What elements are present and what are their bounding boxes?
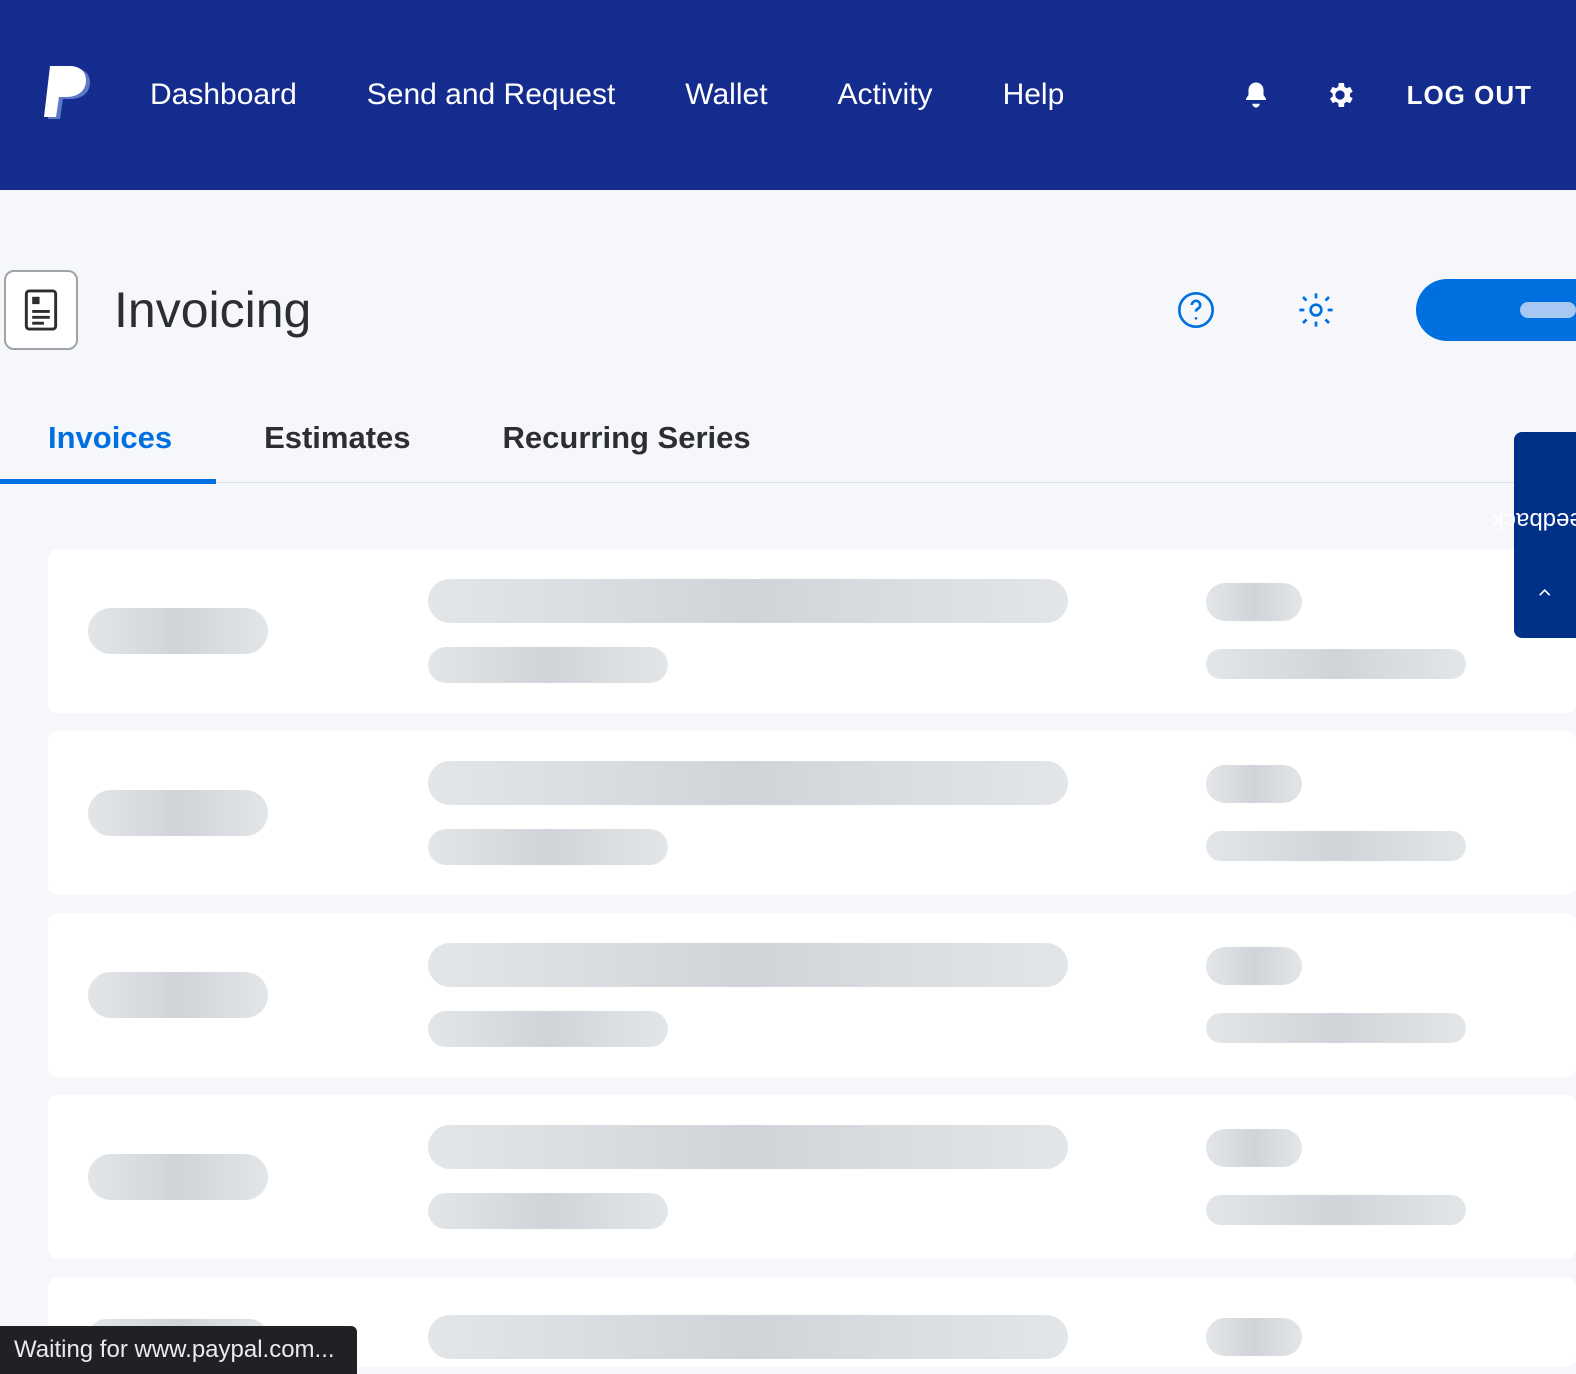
tab-recurring-series[interactable]: Recurring Series [503, 420, 751, 482]
nav-wallet[interactable]: Wallet [685, 78, 767, 112]
loading-placeholder [1520, 302, 1576, 318]
nav-help[interactable]: Help [1003, 78, 1065, 112]
loading-placeholder [428, 829, 668, 865]
loading-placeholder [88, 790, 268, 836]
list-item [48, 549, 1576, 713]
header-actions [1176, 279, 1576, 341]
loading-placeholder [1206, 583, 1302, 621]
loading-placeholder [428, 1011, 668, 1047]
loading-placeholder [1206, 765, 1302, 803]
create-invoice-button[interactable] [1416, 279, 1576, 341]
loading-placeholder [1206, 1318, 1302, 1356]
browser-status-bar: Waiting for www.paypal.com... [0, 1326, 357, 1374]
loading-placeholder [88, 608, 268, 654]
loading-placeholder [428, 1315, 1068, 1359]
help-question-icon[interactable] [1176, 290, 1216, 330]
loading-placeholder [428, 647, 668, 683]
loading-placeholder [428, 1193, 668, 1229]
tab-estimates[interactable]: Estimates [264, 420, 410, 482]
paypal-logo-icon[interactable] [44, 66, 94, 124]
loading-placeholder [428, 579, 1068, 623]
loading-placeholder [428, 943, 1068, 987]
loading-placeholder [88, 1154, 268, 1200]
loading-placeholder [428, 761, 1068, 805]
invoicing-document-icon [4, 270, 78, 350]
feedback-label: Feedback [1492, 506, 1576, 534]
loading-placeholder [1206, 1013, 1466, 1043]
settings-gear-icon[interactable] [1296, 290, 1336, 330]
loading-placeholder [1206, 1129, 1302, 1167]
tabs: Invoices Estimates Recurring Series [0, 350, 1576, 483]
tab-invoices[interactable]: Invoices [48, 420, 172, 482]
nav-links: Dashboard Send and Request Wallet Activi… [150, 78, 1183, 112]
notifications-bell-icon[interactable] [1239, 78, 1273, 112]
nav-right: LOG OUT [1239, 78, 1532, 112]
invoice-list-loading [0, 483, 1576, 1367]
loading-placeholder [88, 972, 268, 1018]
nav-dashboard[interactable]: Dashboard [150, 78, 297, 112]
loading-placeholder [1206, 947, 1302, 985]
list-item [48, 731, 1576, 895]
loading-placeholder [1206, 831, 1466, 861]
loading-placeholder [428, 1125, 1068, 1169]
settings-gear-icon[interactable] [1323, 78, 1357, 112]
loading-placeholder [1206, 649, 1466, 679]
feedback-tab[interactable]: Feedback [1514, 432, 1576, 638]
loading-placeholder [1206, 1195, 1466, 1225]
list-item [48, 1095, 1576, 1259]
top-nav: Dashboard Send and Request Wallet Activi… [0, 0, 1576, 190]
logout-button[interactable]: LOG OUT [1407, 80, 1532, 111]
list-item [48, 913, 1576, 1077]
nav-send-request[interactable]: Send and Request [367, 78, 616, 112]
page-title: Invoicing [114, 281, 1176, 339]
page-header: Invoicing [0, 190, 1576, 350]
nav-activity[interactable]: Activity [838, 78, 933, 112]
